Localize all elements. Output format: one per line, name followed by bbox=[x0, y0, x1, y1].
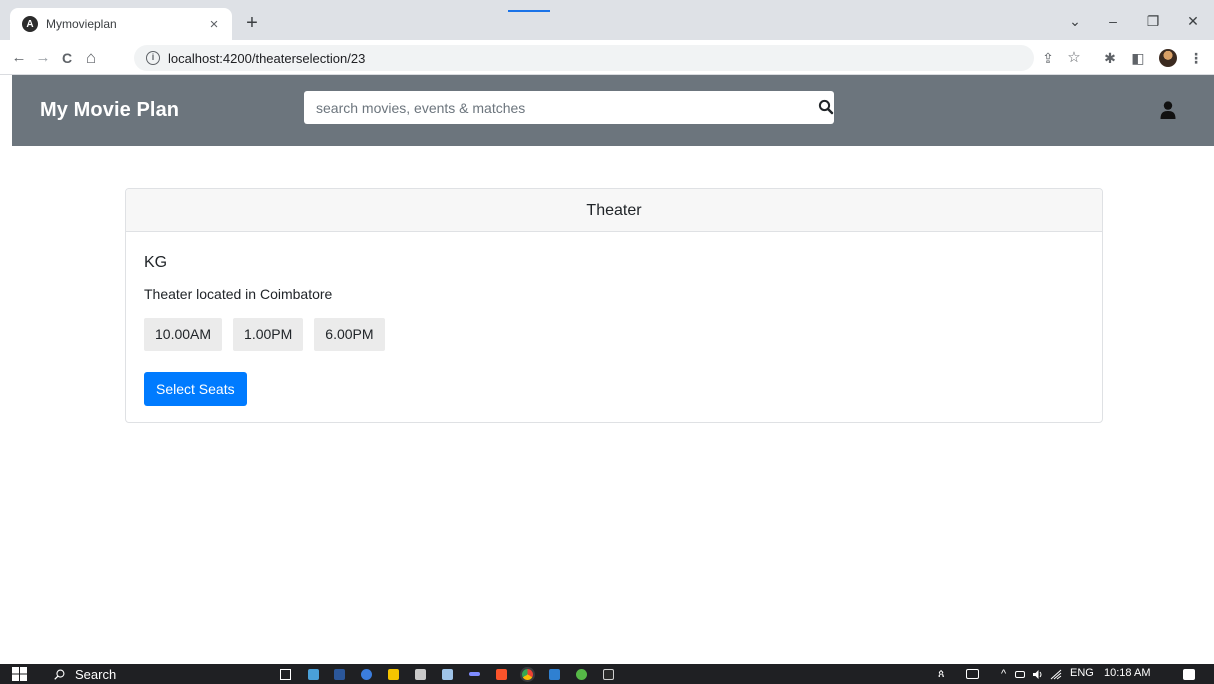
app-icon[interactable] bbox=[469, 672, 480, 676]
new-tab-button[interactable]: + bbox=[240, 12, 264, 36]
showtime-button[interactable]: 1.00PM bbox=[233, 318, 304, 351]
url-text: localhost:4200/theaterselection/23 bbox=[168, 50, 366, 66]
people-icon[interactable]: ጰ bbox=[938, 667, 945, 681]
windows-taskbar: Search ጰ ^ ENG 10:18 AM bbox=[0, 664, 1214, 684]
tab-title: Mymovieplan bbox=[46, 17, 117, 31]
showtime-button[interactable]: 6.00PM bbox=[314, 318, 385, 351]
wifi-icon[interactable] bbox=[1050, 669, 1062, 680]
app-navbar: My Movie Plan bbox=[12, 75, 1214, 146]
brand-title[interactable]: My Movie Plan bbox=[40, 99, 179, 122]
notepad-icon[interactable] bbox=[442, 669, 453, 680]
theater-card: Theater KG Theater located in Coimbatore… bbox=[125, 188, 1103, 423]
theater-description: Theater located in Coimbatore bbox=[144, 286, 333, 302]
search-bar bbox=[304, 91, 834, 124]
chat-icon[interactable] bbox=[361, 669, 372, 680]
task-view-icon[interactable] bbox=[280, 669, 291, 680]
select-seats-button[interactable]: Select Seats bbox=[144, 372, 247, 406]
file-explorer-icon[interactable] bbox=[308, 669, 319, 680]
site-info-icon[interactable]: i bbox=[146, 51, 160, 65]
language-indicator[interactable]: ENG bbox=[1070, 667, 1094, 679]
back-arrow-icon[interactable]: ← bbox=[8, 47, 30, 69]
clock[interactable]: 10:18 AM bbox=[1104, 667, 1150, 679]
restore-button[interactable]: ❐ bbox=[1138, 10, 1168, 32]
tab-close-icon[interactable]: × bbox=[206, 16, 222, 33]
search-icon[interactable] bbox=[818, 99, 834, 115]
tab-loading-indicator bbox=[508, 10, 550, 12]
word-icon[interactable] bbox=[334, 669, 345, 680]
search-icon bbox=[54, 669, 65, 680]
chrome-icon[interactable] bbox=[522, 669, 533, 680]
tab-search-icon[interactable]: ⌄ bbox=[1060, 10, 1090, 32]
showtime-button[interactable]: 10.00AM bbox=[144, 318, 223, 351]
forward-arrow-icon[interactable]: → bbox=[32, 47, 54, 69]
browser-tab[interactable]: A Mymovieplan × bbox=[10, 8, 232, 40]
windows-start-icon[interactable] bbox=[12, 667, 27, 681]
close-window-button[interactable]: ✕ bbox=[1178, 10, 1208, 32]
star-icon[interactable]: ☆ bbox=[1064, 48, 1084, 68]
terminal-icon[interactable] bbox=[603, 669, 614, 680]
input-indicator-icon[interactable] bbox=[966, 669, 979, 679]
profile-avatar[interactable] bbox=[1159, 49, 1177, 67]
sidepanel-icon[interactable]: ◧ bbox=[1128, 48, 1148, 68]
vscode-icon[interactable] bbox=[549, 669, 560, 680]
share-icon[interactable]: ⇪ bbox=[1038, 48, 1058, 68]
user-icon[interactable] bbox=[1160, 101, 1176, 119]
taskbar-search[interactable]: Search bbox=[54, 665, 116, 683]
sticky-notes-icon[interactable] bbox=[388, 669, 399, 680]
showtime-list: 10.00AM 1.00PM 6.00PM bbox=[144, 318, 385, 351]
minimize-button[interactable]: – bbox=[1098, 10, 1128, 32]
home-icon[interactable]: ⌂ bbox=[80, 47, 102, 69]
taskbar-search-label: Search bbox=[75, 666, 117, 682]
spotify-icon[interactable] bbox=[576, 669, 587, 680]
notifications-icon[interactable] bbox=[1183, 669, 1195, 680]
menu-icon[interactable]: ⋮ bbox=[1186, 48, 1206, 68]
chevron-up-icon[interactable]: ^ bbox=[1001, 667, 1006, 681]
paint-icon[interactable] bbox=[415, 669, 426, 680]
brave-icon[interactable] bbox=[496, 669, 507, 680]
theater-name: KG bbox=[144, 254, 168, 271]
search-input[interactable] bbox=[304, 91, 804, 124]
volume-icon[interactable] bbox=[1032, 669, 1044, 680]
address-bar[interactable]: i localhost:4200/theaterselection/23 bbox=[134, 45, 1034, 71]
browser-tab-strip: A Mymovieplan × + ⌄ – ❐ ✕ bbox=[0, 0, 1214, 40]
extensions-icon[interactable]: ✱ bbox=[1100, 48, 1120, 68]
card-header: Theater bbox=[126, 189, 1102, 232]
reload-icon[interactable]: C bbox=[56, 47, 78, 69]
battery-icon[interactable] bbox=[1015, 671, 1025, 678]
angular-favicon-icon: A bbox=[22, 16, 38, 32]
browser-toolbar: ← → C ⌂ i localhost:4200/theaterselectio… bbox=[0, 40, 1214, 75]
